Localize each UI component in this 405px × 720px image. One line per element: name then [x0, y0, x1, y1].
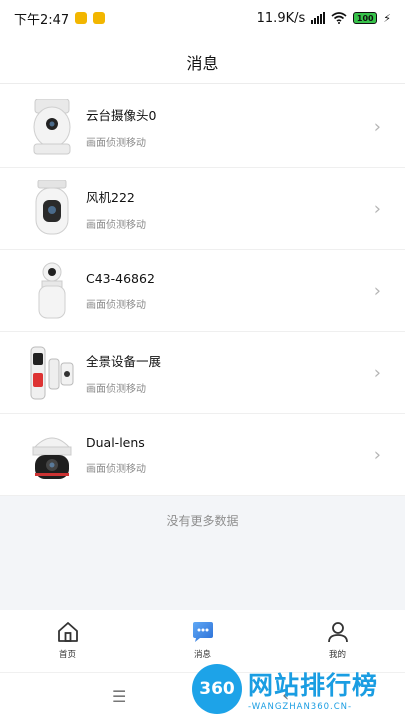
empty-footer: 没有更多数据 — [0, 496, 405, 610]
status-time: 下午2:47 — [14, 12, 70, 28]
tab-home[interactable]: 首页 — [0, 610, 135, 670]
device-name: C43-46862 — [86, 270, 155, 286]
tab-label: 首页 — [58, 650, 76, 660]
notification-icon — [75, 12, 88, 24]
notification-icon — [93, 12, 106, 24]
event-text: 画面侦测移动 — [86, 299, 146, 311]
cylinder-camera-icon — [20, 177, 84, 241]
page-title: 消息 — [186, 53, 219, 73]
signal-icon — [311, 12, 326, 24]
event-text: 画面侦测移动 — [86, 219, 146, 231]
event-text: 画面侦测移动 — [86, 463, 146, 475]
panorama-camera-icon — [20, 341, 84, 405]
device-name: 云台摄像头0 — [86, 107, 157, 123]
network-speed: 11.9K/s — [256, 10, 306, 26]
chevron-right-icon: › — [373, 362, 381, 383]
tab-label: 我的 — [328, 650, 346, 660]
message-item[interactable]: 全景设备一展 画面侦测移动 › — [0, 332, 405, 414]
no-more-text: 没有更多数据 — [166, 514, 239, 528]
event-text: 画面侦测移动 — [86, 137, 146, 149]
battery-icon: 100 — [353, 12, 378, 24]
device-name: 风机222 — [86, 189, 135, 205]
message-item[interactable]: 云台摄像头0 画面侦测移动 › — [0, 86, 405, 168]
charging-icon: ⚡ — [383, 11, 391, 25]
watermark: 360 网站排行榜 -WANGZHAN360.CN- — [192, 660, 402, 718]
chevron-right-icon: › — [373, 444, 381, 465]
device-name: Dual-lens — [86, 434, 145, 450]
chevron-right-icon: › — [373, 116, 381, 137]
status-left: 下午2:47 — [14, 9, 106, 28]
ptz-camera-icon — [20, 95, 84, 159]
watermark-subtitle: -WANGZHAN360.CN- — [248, 702, 353, 712]
tab-label: 消息 — [193, 650, 211, 660]
dome-camera-icon — [20, 423, 84, 487]
chevron-right-icon: › — [373, 198, 381, 219]
watermark-title: 网站排行榜 — [248, 671, 379, 700]
wifi-icon — [331, 12, 347, 24]
status-right: 11.9K/s 100 ⚡ — [257, 11, 391, 26]
chevron-right-icon: › — [373, 280, 381, 301]
user-icon — [327, 622, 348, 643]
message-item[interactable]: C43-46862 画面侦测移动 › — [0, 250, 405, 332]
home-icon — [57, 622, 78, 642]
event-text: 画面侦测移动 — [86, 383, 146, 395]
page-header: 消息 — [0, 40, 405, 84]
device-name: 全景设备一展 — [86, 353, 162, 369]
menu-icon[interactable]: ☰ — [112, 687, 126, 706]
watermark-logo: 360 — [192, 664, 242, 714]
message-icon — [192, 622, 213, 642]
message-item[interactable]: Dual-lens 画面侦测移动 › — [0, 414, 405, 496]
message-list: 云台摄像头0 画面侦测移动 › 风机222 画面侦测移动 › C43-46862… — [0, 86, 405, 496]
message-item[interactable]: 风机222 画面侦测移动 › — [0, 168, 405, 250]
stand-camera-icon — [20, 259, 84, 323]
status-bar: 下午2:47 11.9K/s 100 ⚡ — [0, 0, 405, 36]
